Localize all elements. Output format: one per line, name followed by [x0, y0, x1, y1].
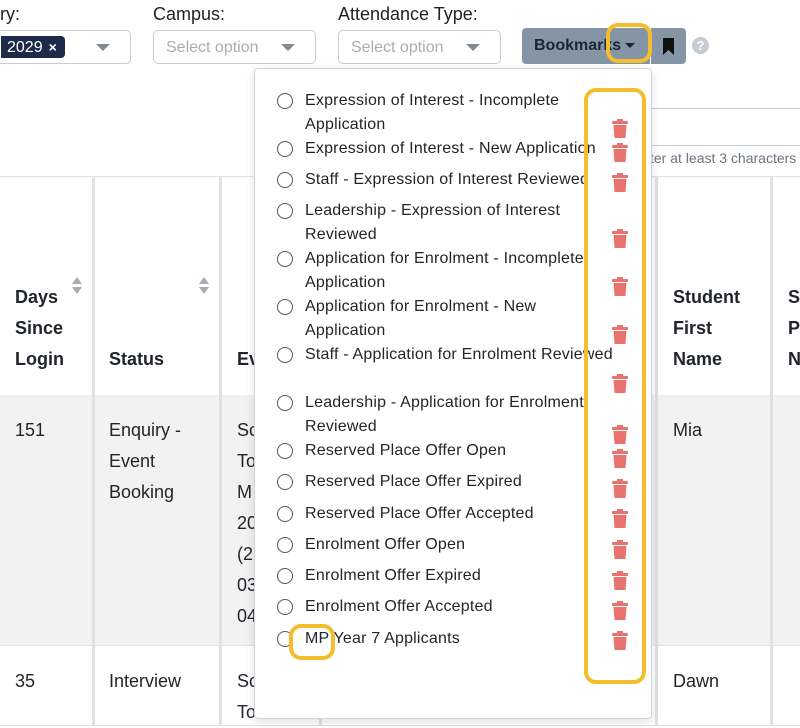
attendance-type-label: Attendance Type: [338, 4, 478, 24]
radio-button[interactable] [277, 506, 293, 522]
bookmark-label: Staff - Application for Enrolment Review… [305, 346, 613, 363]
bookmark-label: Application for Enrolment - Incomplete A… [305, 250, 584, 291]
bookmark-label: Expression of Interest - New Application [305, 140, 596, 157]
highlight-delete-column [584, 88, 646, 684]
search-input[interactable] [640, 108, 800, 146]
cell-days: 35 [0, 646, 95, 725]
bookmark-label: Leadership - Application for Enrolment R… [305, 394, 584, 435]
radio-button[interactable] [277, 299, 293, 315]
chevron-down-icon [96, 44, 110, 51]
header-student-preferred-name[interactable]: S P N [773, 177, 800, 395]
campus-label: Campus: [153, 4, 226, 24]
cell-first-name: Dawn [655, 646, 773, 725]
chevron-down-icon [281, 44, 295, 51]
radio-button[interactable] [277, 203, 293, 219]
header-label: Student First Name [673, 287, 740, 369]
bookmark-icon [663, 38, 674, 55]
header-label: Status [109, 349, 165, 369]
radio-button[interactable] [277, 568, 293, 584]
campus-select[interactable]: Select option [153, 30, 316, 64]
help-icon[interactable]: ? [692, 37, 709, 54]
header-student-first-name[interactable]: Student First Name [655, 177, 773, 395]
sort-icon[interactable] [199, 277, 209, 297]
radio-button[interactable] [277, 537, 293, 553]
sort-icon[interactable] [72, 277, 82, 297]
save-bookmark-button[interactable] [651, 28, 686, 64]
filter-label-year: ry: [0, 4, 20, 24]
radio-button[interactable] [277, 141, 293, 157]
radio-button[interactable] [277, 395, 293, 411]
radio-button[interactable] [277, 347, 293, 363]
header-label: S P N [788, 287, 800, 369]
bookmark-label: Reserved Place Offer Expired [305, 473, 522, 490]
bookmark-label: Reserved Place Offer Open [305, 442, 507, 459]
radio-button[interactable] [277, 474, 293, 490]
chip-remove-icon[interactable]: × [49, 39, 57, 55]
cell-first-name: Mia [655, 395, 773, 645]
radio-button[interactable] [277, 251, 293, 267]
campus-placeholder: Select option [166, 39, 259, 56]
attendance-type-select[interactable]: Select option [338, 30, 501, 64]
radio-button[interactable] [277, 599, 293, 615]
highlight-bookmarks-caret [606, 23, 652, 63]
bookmark-label: Leadership - Expression of Interest Revi… [305, 202, 561, 243]
cell-days: 151 [0, 395, 95, 645]
header-days-since-login[interactable]: Days Since Login [0, 177, 95, 395]
highlight-mp-prefix [289, 624, 335, 660]
radio-button[interactable] [277, 443, 293, 459]
attendance-placeholder: Select option [351, 39, 444, 56]
bookmark-label: Application for Enrolment - New Applicat… [305, 298, 537, 339]
chevron-down-icon [466, 44, 480, 51]
bookmark-label: Expression of Interest - Incomplete Appl… [305, 92, 560, 133]
radio-button[interactable] [277, 93, 293, 109]
bookmark-label: Enrolment Offer Expired [305, 567, 481, 584]
cell-status: Interview [95, 646, 222, 725]
bookmark-label: Enrolment Offer Open [305, 536, 466, 553]
year-select[interactable]: 2029 × [0, 30, 131, 64]
bookmark-label: Reserved Place Offer Accepted [305, 505, 534, 522]
search-hint: ter at least 3 characters [650, 150, 797, 166]
chip-text: 2029 [7, 39, 43, 56]
header-status[interactable]: Status [95, 177, 222, 395]
radio-button[interactable] [277, 172, 293, 188]
bookmark-label: Enrolment Offer Accepted [305, 598, 493, 615]
bookmark-label: MP Year 7 Applicants [305, 630, 460, 647]
selected-year-chip: 2029 × [1, 36, 65, 58]
bookmark-label: Staff - Expression of Interest Reviewed [305, 171, 590, 188]
header-label: Days Since Login [15, 287, 64, 369]
cell-status: Enquiry - Event Booking [95, 395, 222, 645]
